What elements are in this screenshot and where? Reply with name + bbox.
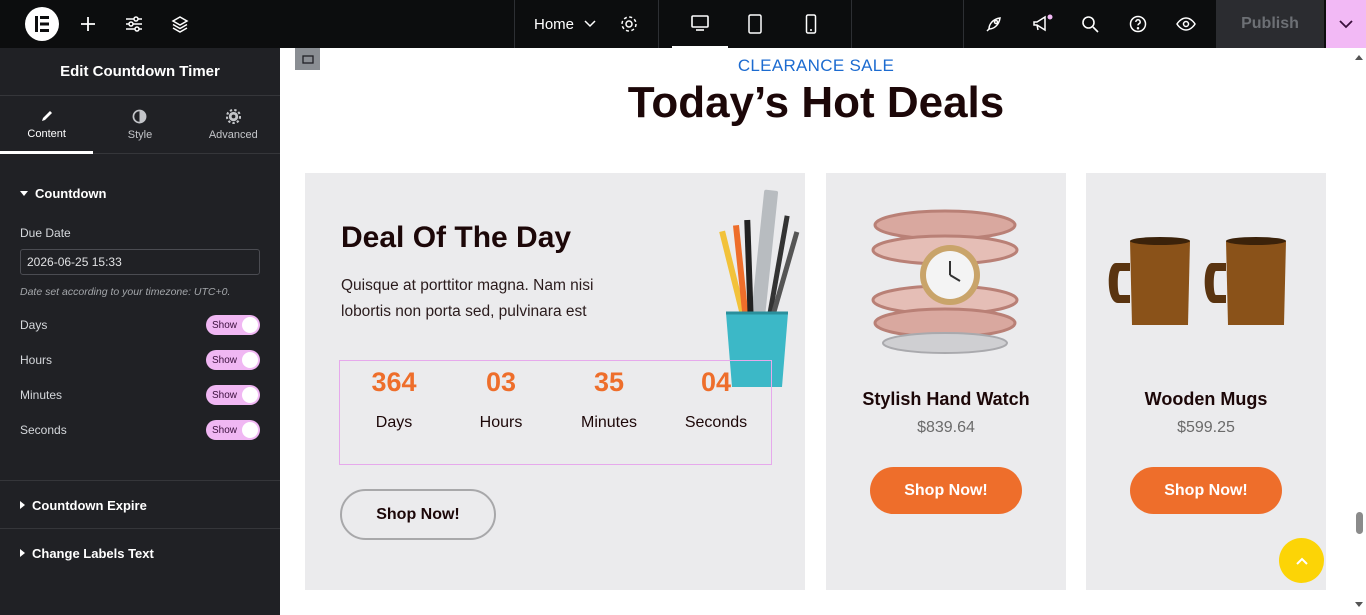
tab-label: Style — [127, 128, 153, 141]
toggle-label: Minutes — [20, 388, 63, 402]
shop-now-button[interactable]: Shop Now! — [1130, 467, 1282, 514]
page-selector[interactable]: Home — [520, 0, 610, 48]
countdown-value: 03 — [485, 367, 517, 397]
shop-now-button[interactable]: Shop Now! — [870, 467, 1022, 514]
sliders-icon[interactable] — [118, 0, 150, 48]
section-countdown[interactable]: Countdown — [0, 169, 106, 217]
toggle-state: Show — [212, 354, 238, 366]
search-icon[interactable] — [1074, 0, 1106, 48]
toggle-state: Show — [212, 424, 238, 436]
toggle-state: Show — [212, 319, 238, 331]
countdown-label: Seconds — [684, 414, 748, 431]
add-icon[interactable] — [72, 0, 104, 48]
editor-top-bar: Home Publish — [0, 0, 1366, 48]
pencil-icon — [41, 111, 52, 121]
product-name: Stylish Hand Watch — [862, 389, 1030, 409]
countdown-hours: 03 Hours — [447, 361, 555, 432]
tab-label: Advanced — [208, 128, 258, 141]
toggle-row-days: Days Show — [20, 315, 260, 335]
eyebrow-text: CLEARANCE SALE — [737, 56, 895, 75]
countdown-label: Days — [375, 414, 413, 431]
tablet-icon[interactable] — [738, 0, 772, 48]
countdown-value: 35 — [593, 367, 625, 397]
section-label: Countdown — [35, 185, 107, 201]
megaphone-icon[interactable] — [1026, 0, 1058, 48]
publish-button[interactable]: Publish — [1216, 0, 1324, 48]
tab-label: Content — [27, 128, 66, 140]
toggle-row-minutes: Minutes Show — [20, 385, 260, 405]
countdown-value: 04 — [700, 367, 732, 397]
hours-toggle[interactable]: Show — [206, 350, 260, 370]
scrollbar-thumb[interactable] — [1356, 512, 1363, 534]
timezone-note: Date set according to your timezone: UTC… — [20, 286, 231, 298]
publish-options-chevron-down-icon[interactable] — [1326, 0, 1366, 48]
eye-icon[interactable] — [1170, 0, 1202, 48]
mugs-image — [1108, 237, 1286, 325]
section-heading: Today’s Hot Deals — [627, 78, 1005, 127]
tab-advanced[interactable]: Advanced — [187, 96, 280, 153]
deal-title: Deal Of The Day — [341, 221, 572, 254]
canvas-scrollbar[interactable] — [1352, 48, 1366, 615]
scroll-up-arrow-icon — [1355, 55, 1363, 60]
toggle-label: Seconds — [20, 423, 67, 437]
editor-panel: Edit Countdown Timer Content Style Advan… — [0, 48, 280, 615]
countdown-label: Hours — [479, 414, 523, 431]
countdown-minutes: 35 Minutes — [555, 361, 663, 432]
rocket-icon[interactable] — [978, 0, 1010, 48]
countdown-seconds: 04 Seconds — [662, 361, 770, 432]
deal-shop-now-button[interactable]: Shop Now! — [340, 489, 496, 540]
caret-right-icon — [20, 501, 25, 509]
deal-of-the-day-card: Deal Of The Day Quisque at porttitor mag… — [305, 173, 805, 590]
half-circle-icon — [133, 109, 147, 123]
countdown-timer-widget[interactable]: 364 Days 03 Hours 35 Minutes 04 Seconds — [339, 360, 772, 465]
chevron-down-icon — [584, 20, 596, 28]
scroll-to-top-button[interactable] — [1279, 538, 1324, 583]
toggle-row-seconds: Seconds Show — [20, 420, 260, 440]
toggle-label: Days — [20, 318, 48, 332]
toggle-label: Hours — [20, 353, 53, 367]
panel-title: Edit Countdown Timer — [0, 48, 280, 96]
toggle-state: Show — [212, 389, 238, 401]
deal-description: Quisque at porttitor magna. Nam nisi lob… — [341, 277, 594, 320]
days-toggle[interactable]: Show — [206, 315, 260, 335]
section-label: Countdown Expire — [32, 497, 147, 513]
due-date-label: Due Date — [20, 226, 71, 240]
elementor-logo-icon[interactable] — [25, 7, 59, 41]
product-card-mugs: Wooden Mugs $599.25 Shop Now! — [1086, 173, 1326, 590]
countdown-value: 364 — [371, 367, 417, 397]
tab-content[interactable]: Content — [0, 96, 94, 154]
tab-style[interactable]: Style — [93, 96, 186, 153]
page-settings-gear-icon[interactable] — [613, 0, 645, 48]
panel-tabs: Content Style Advanced — [0, 96, 280, 154]
due-date-field[interactable] — [20, 249, 260, 275]
section-countdown-expire[interactable]: Countdown Expire — [0, 481, 147, 529]
product-card-watch: Stylish Hand Watch $839.64 Shop Now! — [826, 173, 1066, 590]
seconds-toggle[interactable]: Show — [206, 420, 260, 440]
countdown-days: 364 Days — [340, 361, 448, 432]
product-price: $839.64 — [917, 419, 975, 436]
caret-down-icon — [20, 190, 28, 196]
caret-right-icon — [20, 549, 25, 557]
gear-icon — [225, 108, 241, 124]
minutes-toggle[interactable]: Show — [206, 385, 260, 405]
watch-image — [871, 209, 1019, 354]
help-icon[interactable] — [1122, 0, 1154, 48]
page-menu-label: Home — [533, 15, 574, 33]
chevron-up-icon — [1295, 557, 1308, 565]
desktop-icon[interactable] — [672, 0, 728, 48]
mobile-icon[interactable] — [794, 0, 828, 48]
product-name: Wooden Mugs — [1144, 389, 1268, 409]
product-price: $599.25 — [1177, 419, 1235, 436]
toggle-row-hours: Hours Show — [20, 350, 260, 370]
section-label: Change Labels Text — [32, 545, 154, 561]
layers-icon[interactable] — [164, 0, 196, 48]
scroll-down-arrow-icon — [1355, 602, 1363, 607]
countdown-label: Minutes — [580, 414, 638, 431]
page-canvas: CLEARANCE SALE Today’s Hot Deals Deal Of… — [280, 48, 1366, 615]
section-change-labels[interactable]: Change Labels Text — [0, 529, 154, 577]
